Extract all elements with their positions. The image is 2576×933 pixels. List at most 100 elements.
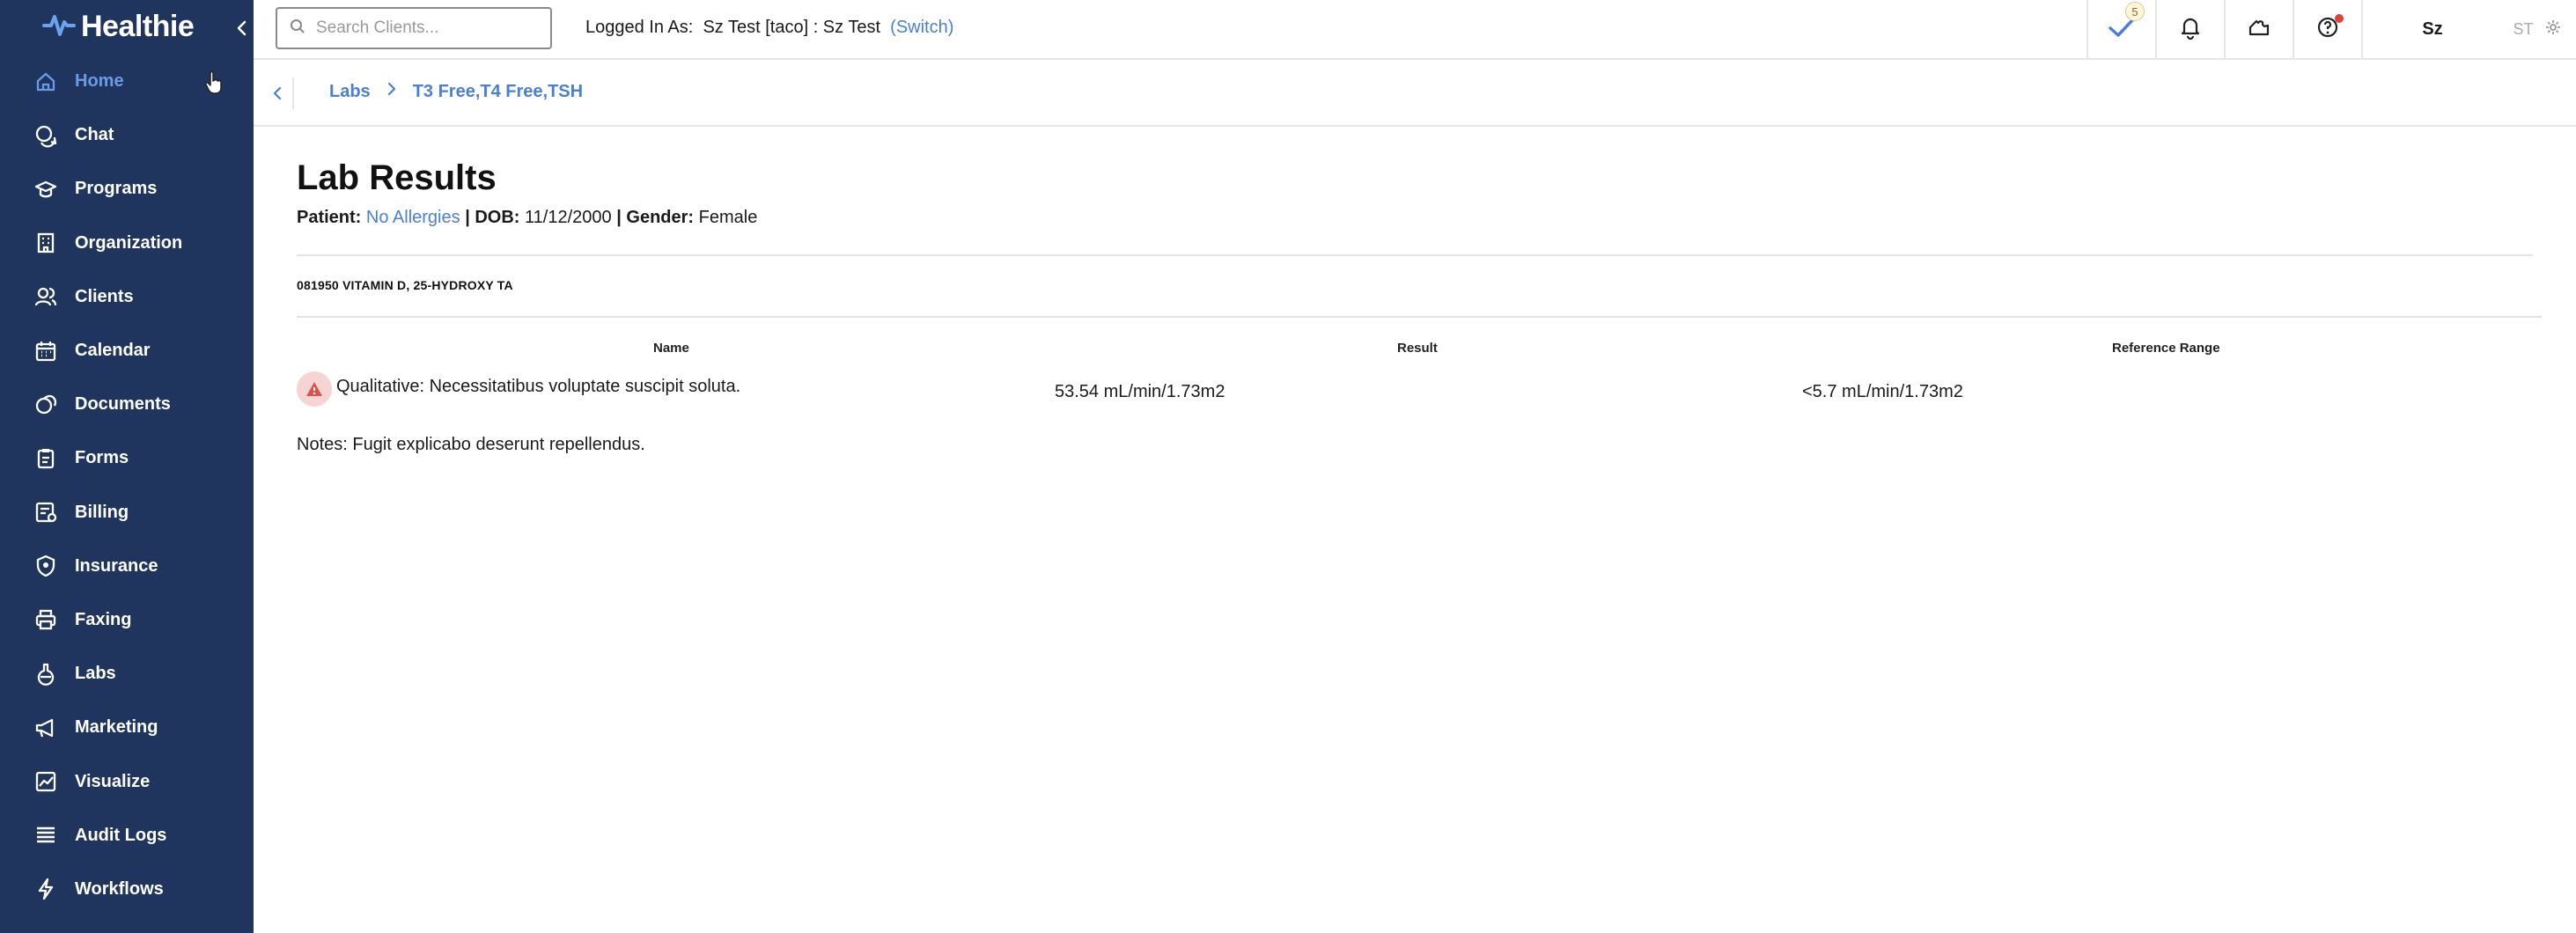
sidebar-item-documents[interactable]: Documents <box>0 378 254 431</box>
dob-value: 11/12/2000 <box>525 208 612 227</box>
sidebar-item-label: Forms <box>75 448 129 468</box>
sidebar-item-billing[interactable]: Billing <box>0 486 254 540</box>
result-name: Qualitative: Necessitatibus voluptate su… <box>336 377 741 396</box>
result-value: 53.54 mL/min/1.73m2 <box>1055 382 1225 401</box>
page-title: Lab Results <box>297 158 497 197</box>
patient-label: Patient: <box>297 208 362 227</box>
sidebar-item-programs[interactable]: Programs <box>0 162 254 216</box>
tasks-count-badge: 5 <box>2125 2 2145 21</box>
help-button[interactable] <box>2293 0 2361 58</box>
megaphone-icon <box>32 714 60 742</box>
alt-user-initials[interactable]: ST <box>2502 0 2544 58</box>
sidebar-item-audit-logs[interactable]: Audit Logs <box>0 809 254 863</box>
sidebar-item-label: Insurance <box>75 555 158 576</box>
flask-icon <box>32 660 60 688</box>
bell-icon <box>2179 15 2202 44</box>
breadcrumb-labs-link[interactable]: Labs <box>329 82 371 102</box>
sidebar-item-marketing[interactable]: Marketing <box>0 701 254 754</box>
column-header-result: Result <box>1397 341 1438 356</box>
puzzle-icon <box>2246 15 2272 44</box>
gear-icon <box>2544 18 2562 40</box>
sidebar-item-label: Faxing <box>75 609 132 629</box>
divider <box>297 254 2533 256</box>
panel-code: 081950 VITAMIN D, 25-HYDROXY TA <box>297 278 513 292</box>
sidebar-item-organization[interactable]: Organization <box>0 217 254 270</box>
logged-in-label: Logged In As: <box>585 18 694 37</box>
sidebar-item-insurance[interactable]: Insurance <box>0 540 254 593</box>
back-button[interactable] <box>262 77 294 109</box>
mouse-pointer-icon <box>204 70 224 99</box>
sidebar-item-label: Visualize <box>75 771 151 791</box>
sidebar-item-workflows[interactable]: Workflows <box>0 863 254 916</box>
patient-info: Patient: No Allergies | DOB: 11/12/2000 … <box>297 208 757 228</box>
patient-link[interactable]: No Allergies <box>366 208 460 227</box>
gender-label: Gender: <box>626 208 695 227</box>
search-icon <box>290 18 305 39</box>
chevron-right-icon <box>386 81 397 102</box>
sidebar-item-label: Programs <box>75 179 158 199</box>
sidebar-item-label: Home <box>75 71 124 92</box>
logged-in-user: Sz Test [taco] : Sz Test <box>703 18 881 37</box>
divider <box>297 316 2542 318</box>
warning-icon <box>297 371 332 407</box>
documents-icon <box>32 391 60 419</box>
settings-button[interactable] <box>2544 0 2576 58</box>
bolt-icon <box>32 875 60 903</box>
notifications-button[interactable] <box>2155 0 2224 58</box>
help-alert-dot <box>2335 14 2344 23</box>
chevron-left-icon <box>273 86 282 100</box>
top-bar: Logged In As: Sz Test [taco] : Sz Test (… <box>254 0 2576 60</box>
user-menu[interactable]: Sz <box>2361 0 2502 58</box>
tasks-button[interactable]: 5 <box>2087 0 2155 58</box>
healthie-logo-icon <box>42 11 76 42</box>
sidebar-item-label: Marketing <box>75 717 158 738</box>
clipboard-icon <box>32 444 60 473</box>
building-icon <box>32 229 60 257</box>
sidebar-item-label: Billing <box>75 502 129 522</box>
brand-name: Healthie <box>81 9 195 43</box>
brand-logo[interactable]: Healthie <box>42 7 195 46</box>
column-header-name: Name <box>653 341 689 356</box>
sidebar-item-label: Clients <box>75 286 134 306</box>
sidebar-item-label: Calendar <box>75 341 151 361</box>
calendar-icon <box>32 337 60 365</box>
billing-icon <box>32 498 60 526</box>
graduation-cap-icon <box>32 175 60 203</box>
breadcrumb-current[interactable]: T3 Free,T4 Free,TSH <box>413 82 583 102</box>
users-icon <box>32 283 60 311</box>
sidebar-item-label: Labs <box>75 664 116 684</box>
sidebar-nav: Home Chat Programs Organization Clients … <box>0 55 254 916</box>
printer-icon <box>32 606 60 634</box>
sidebar-item-clients[interactable]: Clients <box>0 270 254 324</box>
logged-in-info: Logged In As: Sz Test [taco] : Sz Test (… <box>585 18 953 38</box>
column-header-reference-range: Reference Range <box>2112 341 2220 356</box>
table-row: Qualitative: Necessitatibus voluptate su… <box>297 370 2542 408</box>
gender-value: Female <box>698 208 758 227</box>
chart-icon <box>32 768 60 796</box>
chat-icon <box>32 121 60 150</box>
reference-range-value: <5.7 mL/min/1.73m2 <box>1802 382 1963 401</box>
sidebar-item-label: Documents <box>75 394 171 415</box>
home-icon <box>32 68 60 96</box>
sidebar-item-visualize[interactable]: Visualize <box>0 754 254 808</box>
dob-label: DOB: <box>475 208 520 227</box>
sidebar-item-label: Chat <box>75 125 114 145</box>
breadcrumb: Labs T3 Free,T4 Free,TSH <box>329 81 583 102</box>
sidebar-item-chat[interactable]: Chat <box>0 108 254 162</box>
sidebar-item-label: Audit Logs <box>75 825 167 845</box>
list-icon <box>32 821 60 849</box>
sidebar-item-calendar[interactable]: Calendar <box>0 324 254 378</box>
sidebar-item-labs[interactable]: Labs <box>0 647 254 701</box>
collapse-sidebar-icon[interactable] <box>232 16 250 40</box>
shield-icon <box>32 552 60 580</box>
integrations-button[interactable] <box>2224 0 2293 58</box>
search-box[interactable] <box>276 7 552 49</box>
notes: Notes: Fugit explicabo deserunt repellen… <box>297 435 645 454</box>
breadcrumb-bar: Labs T3 Free,T4 Free,TSH <box>254 60 2576 127</box>
sidebar-item-forms[interactable]: Forms <box>0 431 254 485</box>
sidebar-item-label: Workflows <box>75 878 164 899</box>
search-input[interactable] <box>316 18 527 38</box>
separator: | <box>616 208 622 227</box>
switch-user-link[interactable]: (Switch) <box>890 18 953 37</box>
sidebar-item-faxing[interactable]: Faxing <box>0 593 254 647</box>
